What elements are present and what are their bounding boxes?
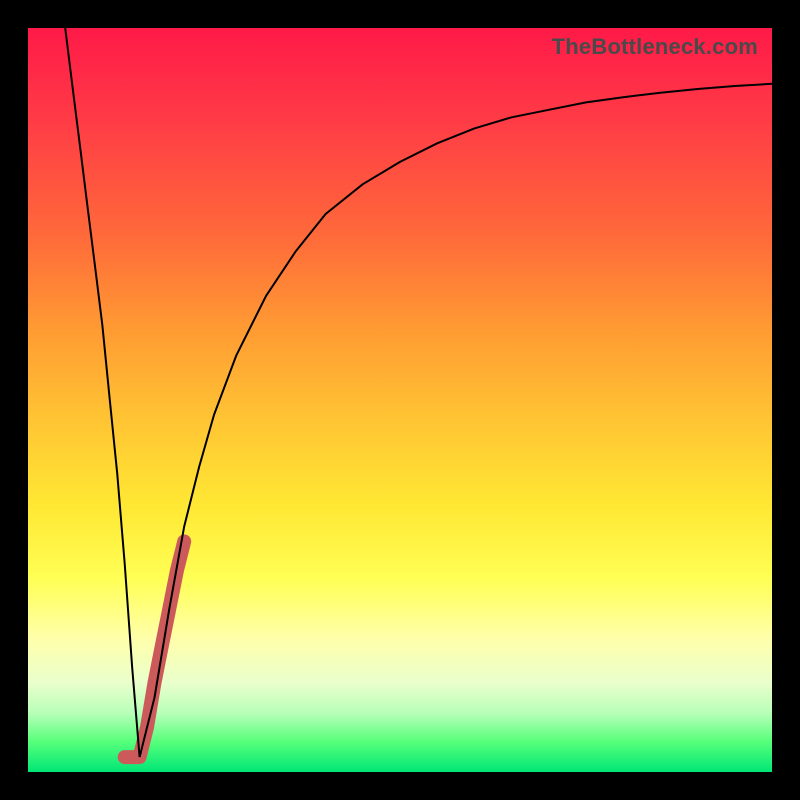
plot-area: TheBottleneck.com — [28, 28, 772, 772]
chart-frame: TheBottleneck.com — [0, 0, 800, 800]
ascending-branch — [140, 84, 772, 757]
curve-layer — [28, 28, 772, 772]
descending-branch — [65, 28, 139, 757]
